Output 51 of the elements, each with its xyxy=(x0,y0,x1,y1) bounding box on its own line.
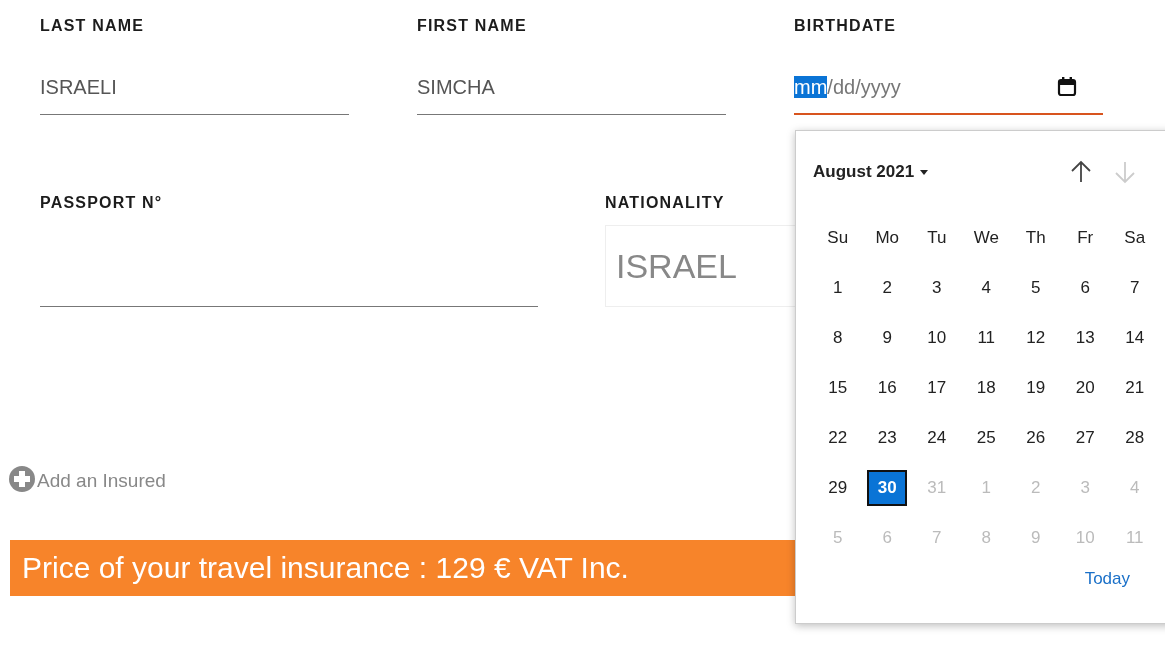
calendar-day[interactable]: 16 xyxy=(877,377,898,399)
calendar-day[interactable]: 11 xyxy=(976,327,997,349)
calendar-day[interactable]: 23 xyxy=(877,427,898,449)
calendar-day[interactable]: 22 xyxy=(827,427,848,449)
field-label: NATIONALITY xyxy=(605,193,726,213)
calendar-day[interactable]: 14 xyxy=(1124,327,1145,349)
calendar-day[interactable]: 29 xyxy=(827,477,848,499)
calendar-day[interactable]: 12 xyxy=(1025,327,1046,349)
field-label: PASSPORT N° xyxy=(40,193,164,213)
calendar-day[interactable]: 3 xyxy=(926,277,947,299)
weekday-label: We xyxy=(972,227,1000,249)
calendar-day[interactable]: 30 xyxy=(867,470,908,506)
calendar-day[interactable]: 25 xyxy=(976,427,997,449)
calendar-day[interactable]: 19 xyxy=(1025,377,1046,399)
calendar-day[interactable]: 17 xyxy=(926,377,947,399)
calendar-day[interactable]: 2 xyxy=(877,277,898,299)
weekday-label: Tu xyxy=(926,227,948,249)
field-label: FIRST NAME xyxy=(417,16,528,36)
calendar-day[interactable]: 28 xyxy=(1124,427,1145,449)
calendar-day[interactable]: 13 xyxy=(1075,327,1096,349)
calendar-day[interactable]: 4 xyxy=(976,277,997,299)
weekday-label: Sa xyxy=(1123,227,1147,249)
weekday-label: Mo xyxy=(874,227,901,249)
weekday-label: Fr xyxy=(1076,227,1095,249)
weekday-label: Th xyxy=(1024,227,1047,249)
calendar-day[interactable]: 21 xyxy=(1124,377,1145,399)
calendar-day[interactable]: 20 xyxy=(1075,377,1096,399)
today-link[interactable]: Today xyxy=(1084,569,1130,589)
month-dropdown[interactable]: August 2021 xyxy=(813,162,929,182)
calendar-day[interactable]: 24 xyxy=(926,427,947,449)
calendar-icon[interactable] xyxy=(1057,76,1077,98)
calendar-day[interactable]: 5 xyxy=(1025,277,1046,299)
calendar-day[interactable]: 10 xyxy=(926,327,947,349)
up-arrow-icon[interactable] xyxy=(1070,160,1092,184)
calendar-day[interactable]: 27 xyxy=(1075,427,1096,449)
caret-icon xyxy=(920,169,929,175)
field-label: BIRTHDATE xyxy=(794,16,898,36)
text-field[interactable]: ISRAELI xyxy=(40,72,349,115)
calendar-day[interactable]: 9 xyxy=(877,327,898,349)
calendar-day[interactable]: 1 xyxy=(827,277,848,299)
calendar-day[interactable]: 26 xyxy=(1025,427,1046,449)
calendar-day[interactable]: 15 xyxy=(827,377,848,399)
calendar-day[interactable]: 8 xyxy=(827,327,848,349)
field-label: LAST NAME xyxy=(40,16,146,36)
add-insured-link[interactable]: Add an Insured xyxy=(37,470,166,492)
calendar-day[interactable]: 7 xyxy=(1124,277,1145,299)
weekday-label: Su xyxy=(826,227,850,249)
text-field[interactable]: SIMCHA xyxy=(417,72,726,115)
add-icon[interactable] xyxy=(9,466,35,492)
calendar-day[interactable]: 6 xyxy=(1075,277,1096,299)
calendar-day[interactable]: 18 xyxy=(976,377,997,399)
